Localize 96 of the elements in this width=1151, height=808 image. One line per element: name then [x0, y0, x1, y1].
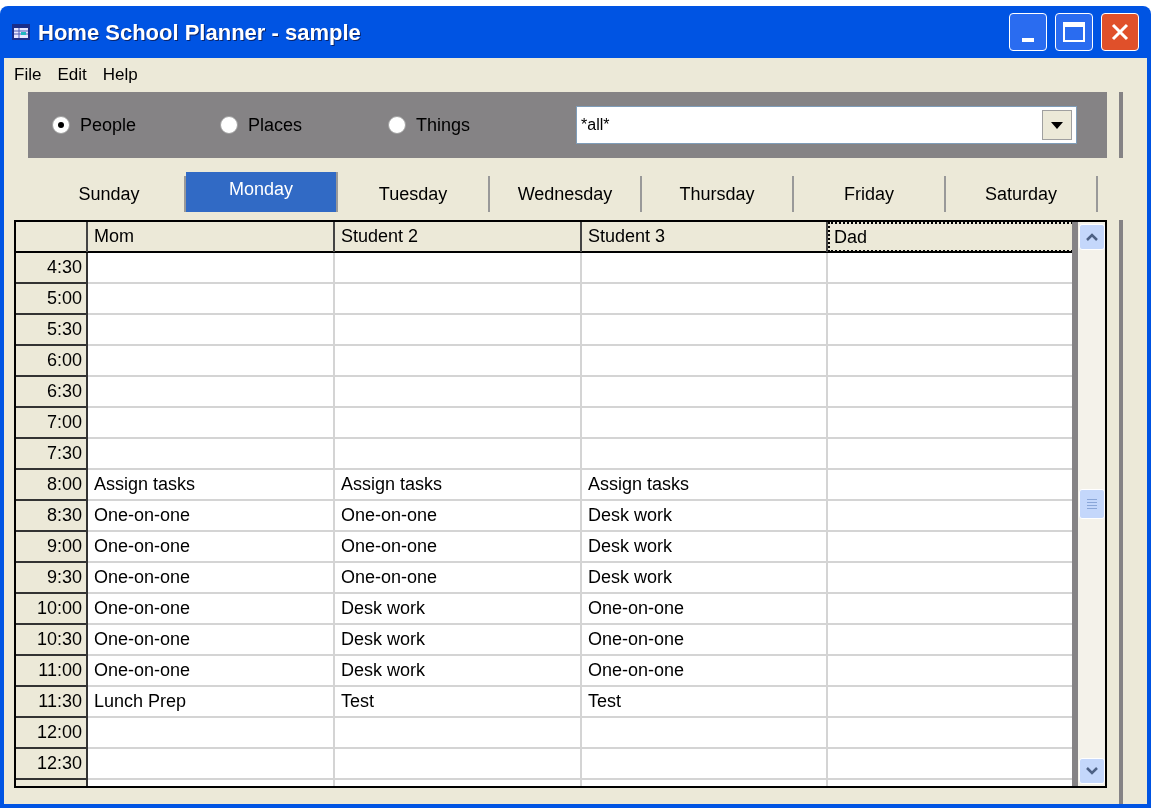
- schedule-cell[interactable]: One-on-one: [335, 532, 582, 563]
- schedule-cell[interactable]: [582, 408, 828, 439]
- schedule-cell[interactable]: [582, 718, 828, 749]
- schedule-cell[interactable]: [582, 749, 828, 780]
- day-tab[interactable]: Monday: [186, 172, 338, 212]
- schedule-cell[interactable]: [335, 315, 582, 346]
- schedule-cell[interactable]: [582, 377, 828, 408]
- radio-label[interactable]: Places: [248, 111, 303, 139]
- schedule-cell[interactable]: [335, 377, 582, 408]
- schedule-cell[interactable]: One-on-one: [582, 656, 828, 687]
- radio-button[interactable]: [52, 116, 70, 134]
- radio-label[interactable]: People: [80, 111, 137, 139]
- schedule-cell[interactable]: [335, 408, 582, 439]
- time-cell: 7:30: [16, 439, 88, 470]
- schedule-cell[interactable]: [88, 377, 335, 408]
- schedule-cell[interactable]: [582, 346, 828, 377]
- calendar-icon: [12, 24, 30, 40]
- scroll-down-button[interactable]: [1078, 758, 1105, 784]
- menu-item[interactable]: Edit: [51, 62, 93, 88]
- schedule-cell[interactable]: [88, 346, 335, 377]
- schedule-cell[interactable]: Desk work: [335, 594, 582, 625]
- radio-button[interactable]: [388, 116, 406, 134]
- time-cell: 6:30: [16, 377, 88, 408]
- schedule-cell[interactable]: Assign tasks: [88, 470, 335, 501]
- schedule-cell[interactable]: Assign tasks: [582, 470, 828, 501]
- time-cell: 6:00: [16, 346, 88, 377]
- time-cell: 8:00: [16, 470, 88, 501]
- time-cell: 9:30: [16, 563, 88, 594]
- scroll-up-button[interactable]: [1078, 224, 1105, 250]
- close-button[interactable]: [1101, 13, 1139, 51]
- column-header[interactable]: Mom: [88, 222, 335, 252]
- time-cell: 8:30: [16, 501, 88, 532]
- schedule-cell[interactable]: Lunch Prep: [88, 687, 335, 718]
- schedule-cell[interactable]: [335, 718, 582, 749]
- schedule-cell[interactable]: One-on-one: [335, 563, 582, 594]
- schedule-cell[interactable]: One-on-one: [88, 563, 335, 594]
- schedule-cell[interactable]: Desk work: [582, 532, 828, 563]
- schedule-cell[interactable]: Assign tasks: [335, 470, 582, 501]
- schedule-cell[interactable]: Desk work: [335, 625, 582, 656]
- schedule-cell[interactable]: [335, 253, 582, 284]
- time-cell: 12:30: [16, 749, 88, 780]
- schedule-cell[interactable]: [88, 718, 335, 749]
- column-header[interactable]: Student 3: [582, 222, 828, 252]
- dropdown-arrow-icon: [1051, 121, 1063, 129]
- schedule-cell[interactable]: Test: [582, 687, 828, 718]
- schedule-cell[interactable]: One-on-one: [335, 501, 582, 532]
- schedule-cell[interactable]: One-on-one: [582, 594, 828, 625]
- schedule-cell[interactable]: One-on-one: [88, 501, 335, 532]
- close-icon: [1110, 22, 1130, 42]
- schedule-cell[interactable]: One-on-one: [88, 532, 335, 563]
- time-cell: 7:00: [16, 408, 88, 439]
- schedule-cell[interactable]: [335, 439, 582, 470]
- time-cell: 4:30: [16, 253, 88, 284]
- minimize-button[interactable]: [1009, 13, 1047, 51]
- time-cell: 12:00: [16, 718, 88, 749]
- scroll-thumb[interactable]: [1078, 489, 1105, 519]
- schedule-cell[interactable]: [335, 749, 582, 780]
- radio-label[interactable]: Things: [416, 111, 471, 139]
- schedule-cell[interactable]: [88, 253, 335, 284]
- schedule-cell[interactable]: [582, 284, 828, 315]
- time-cell: 5:00: [16, 284, 88, 315]
- chevron-up-icon: [1085, 233, 1098, 241]
- schedule-cell[interactable]: [582, 315, 828, 346]
- column-header[interactable]: Dad: [828, 222, 1072, 252]
- schedule-cell[interactable]: [335, 346, 582, 377]
- schedule-cell[interactable]: [88, 284, 335, 315]
- menu-item[interactable]: File: [8, 62, 48, 88]
- time-cell: 9:00: [16, 532, 88, 563]
- maximize-button[interactable]: [1055, 13, 1093, 51]
- vertical-scrollbar[interactable]: [1078, 222, 1105, 786]
- schedule-cell[interactable]: Desk work: [335, 656, 582, 687]
- filter-dropdown[interactable]: *all*: [576, 106, 1077, 144]
- schedule-cell[interactable]: One-on-one: [88, 625, 335, 656]
- schedule-cell[interactable]: One-on-one: [88, 656, 335, 687]
- column-header[interactable]: Student 2: [335, 222, 582, 252]
- schedule-cell[interactable]: Desk work: [582, 563, 828, 594]
- time-cell: 11:30: [16, 687, 88, 718]
- schedule-cell[interactable]: [88, 408, 335, 439]
- radio-button[interactable]: [220, 116, 238, 134]
- time-cell: 10:00: [16, 594, 88, 625]
- schedule-cell[interactable]: [582, 439, 828, 470]
- menu-item[interactable]: Help: [96, 62, 144, 88]
- schedule-cell[interactable]: Test: [335, 687, 582, 718]
- time-cell: 10:30: [16, 625, 88, 656]
- window-title: Home School Planner - sample: [38, 18, 361, 47]
- time-cell: 5:30: [16, 315, 88, 346]
- schedule-cell[interactable]: [582, 253, 828, 284]
- schedule-cell[interactable]: [335, 284, 582, 315]
- schedule-cell[interactable]: Desk work: [582, 501, 828, 532]
- time-cell: 11:00: [16, 656, 88, 687]
- schedule-cell[interactable]: One-on-one: [88, 594, 335, 625]
- schedule-cell[interactable]: [88, 439, 335, 470]
- schedule-cell[interactable]: One-on-one: [582, 625, 828, 656]
- chevron-down-icon: [1085, 767, 1098, 775]
- schedule-cell[interactable]: [88, 749, 335, 780]
- schedule-cell[interactable]: [88, 315, 335, 346]
